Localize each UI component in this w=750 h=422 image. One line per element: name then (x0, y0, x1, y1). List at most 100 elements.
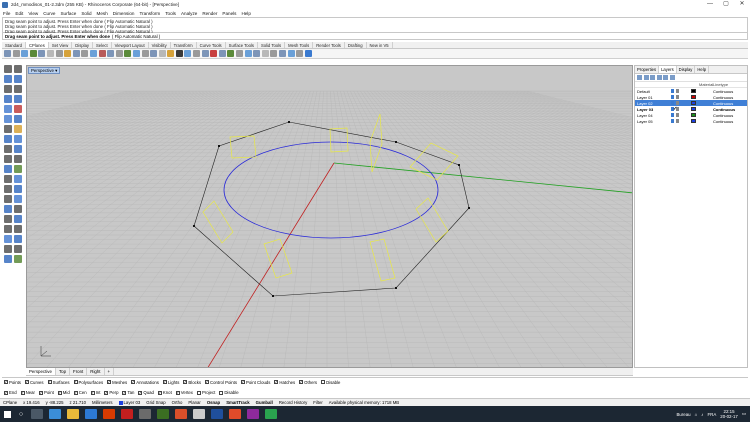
units[interactable]: Millimeters (89, 400, 116, 405)
mode-grid-snap[interactable]: Grid Snap (143, 400, 168, 405)
menu-view[interactable]: View (28, 11, 38, 16)
panel-tab-display[interactable]: Display (677, 66, 696, 73)
checkbox-icon[interactable]: ✓ (131, 380, 136, 384)
lock-icon[interactable] (676, 89, 679, 93)
viewport-canvas[interactable] (27, 66, 633, 368)
osnap-point[interactable]: ✓ Point (38, 390, 54, 395)
menu-panels[interactable]: Panels (222, 11, 236, 16)
freeform-tool-icon[interactable] (4, 115, 12, 123)
rhino-taskbar-icon[interactable] (139, 409, 151, 419)
viewport-tab-top[interactable]: Top (56, 368, 71, 375)
render-tool-icon[interactable] (14, 255, 22, 263)
delete-layer-icon[interactable] (650, 75, 655, 80)
layer-linetype[interactable]: Continuous (713, 89, 743, 94)
zoom-selected-icon[interactable] (124, 50, 132, 57)
group-tool-icon[interactable] (14, 245, 22, 253)
grid-icon[interactable] (279, 50, 286, 57)
checkbox-icon[interactable]: ✓ (24, 380, 29, 384)
toolbar-tab-drafting[interactable]: Drafting (345, 42, 367, 48)
osnap-end[interactable]: ✓ End (4, 390, 17, 395)
layer-color[interactable] (691, 95, 699, 99)
boolean-tool-icon[interactable] (4, 175, 12, 183)
lock-icon[interactable] (676, 119, 679, 123)
onenote-icon[interactable] (247, 409, 259, 419)
select-all-icon[interactable] (175, 50, 183, 57)
array-tool-icon[interactable] (4, 225, 12, 233)
material-icon[interactable] (253, 50, 261, 57)
close-button[interactable]: ✕ (734, 0, 750, 9)
toolbar-tab-select[interactable]: Select (93, 42, 112, 48)
layer-linetype[interactable]: Continuous (713, 95, 743, 100)
named-view-icon[interactable] (150, 50, 158, 57)
surface-tool-icon[interactable] (14, 125, 22, 133)
options-icon[interactable] (287, 50, 295, 57)
lightbulb-icon[interactable] (671, 101, 674, 105)
clock[interactable]: 22:15 20-02-17 (720, 409, 738, 419)
checkbox-icon[interactable]: ✓ (205, 380, 210, 384)
split-tool-icon[interactable] (14, 175, 22, 183)
move-down-icon[interactable] (663, 75, 668, 80)
menu-tools[interactable]: Tools (165, 11, 176, 16)
filter-control-points[interactable]: ✓ Control Points (205, 380, 237, 385)
control-point[interactable] (218, 145, 220, 147)
checkbox-icon[interactable]: ✓ (138, 390, 143, 395)
filter-meshes[interactable]: ✓ Meshes (107, 380, 127, 385)
polygon-tool-icon[interactable] (14, 105, 22, 113)
checkbox-icon[interactable]: ✓ (107, 380, 112, 384)
filter-polysurfaces[interactable]: ✓ Polysurfaces (73, 380, 103, 385)
acrobat-icon[interactable] (121, 409, 133, 419)
copy-icon[interactable] (55, 50, 63, 57)
checkbox-icon[interactable]: ✓ (57, 390, 62, 395)
filter-surfaces[interactable]: ✓ Surfaces (47, 380, 70, 385)
toolbar-tab-curve-tools[interactable]: Curve Tools (197, 42, 226, 48)
viewport-tab-right[interactable]: Right (87, 368, 105, 375)
layer-name[interactable]: Layer 04 (635, 113, 671, 118)
layer-color[interactable] (691, 119, 699, 123)
checkbox-icon[interactable]: ✓ (38, 390, 43, 395)
offset-tool-icon[interactable] (14, 115, 22, 123)
panel-tab-help[interactable]: Help (695, 66, 710, 73)
control-point[interactable] (468, 207, 470, 209)
toolbar-tab-new-in-v5[interactable]: New in V5 (367, 42, 393, 48)
layer-color[interactable] (691, 89, 699, 93)
shaded-icon[interactable] (236, 50, 244, 57)
open-file-icon[interactable] (12, 50, 20, 57)
checkbox-icon[interactable]: ✓ (241, 380, 246, 384)
control-point[interactable] (272, 295, 274, 297)
hide-icon[interactable] (184, 50, 192, 57)
network-icon[interactable]: ⌂ (695, 412, 698, 417)
control-point[interactable] (458, 164, 460, 166)
calculator-icon[interactable] (193, 409, 205, 419)
checkbox-icon[interactable]: ✓ (104, 390, 109, 395)
osnap-int[interactable]: ✓ Int (90, 390, 100, 395)
pan-icon[interactable] (89, 50, 97, 57)
checkbox-icon[interactable]: ✓ (73, 390, 78, 395)
checkbox-icon[interactable]: ✓ (274, 380, 279, 384)
mode-planar[interactable]: Planar (185, 400, 203, 405)
osnap-vertex[interactable]: ✓ Vertex (175, 390, 193, 395)
search-icon[interactable]: ○ (14, 406, 28, 422)
osnap-quad[interactable]: ✓ Quad (138, 390, 154, 395)
show-icon[interactable] (193, 50, 201, 57)
redo-icon[interactable] (81, 50, 89, 57)
filter-icon[interactable] (669, 75, 675, 80)
filter-point-clouds[interactable]: ✓ Point Clouds (241, 380, 270, 385)
minimize-button[interactable]: — (702, 0, 718, 9)
toolbar-tab-mesh-tools[interactable]: Mesh Tools (285, 42, 314, 48)
checkbox-icon[interactable]: ✓ (90, 390, 95, 395)
lock-icon[interactable] (676, 95, 679, 99)
osnap-project[interactable]: Project (196, 390, 215, 395)
menu-solid[interactable]: Solid (81, 11, 91, 16)
rectangle-tool-icon[interactable] (4, 105, 12, 113)
cplane-world-icon[interactable] (167, 50, 175, 57)
menu-dimension[interactable]: Dimension (113, 11, 135, 16)
control-point[interactable] (288, 121, 290, 123)
lock-icon[interactable] (676, 113, 679, 117)
osnap-disable[interactable]: Disable (219, 390, 239, 395)
toolbar-tab-transform[interactable]: Transform (171, 42, 197, 48)
toolbar-tab-solid-tools[interactable]: Solid Tools (258, 42, 286, 48)
rendered-icon[interactable] (244, 50, 252, 57)
osnap-mid[interactable]: ✓ Mid (57, 390, 70, 395)
panel-tab-properties[interactable]: Properties (635, 66, 660, 73)
viewport-tab-add[interactable]: + (105, 368, 115, 375)
